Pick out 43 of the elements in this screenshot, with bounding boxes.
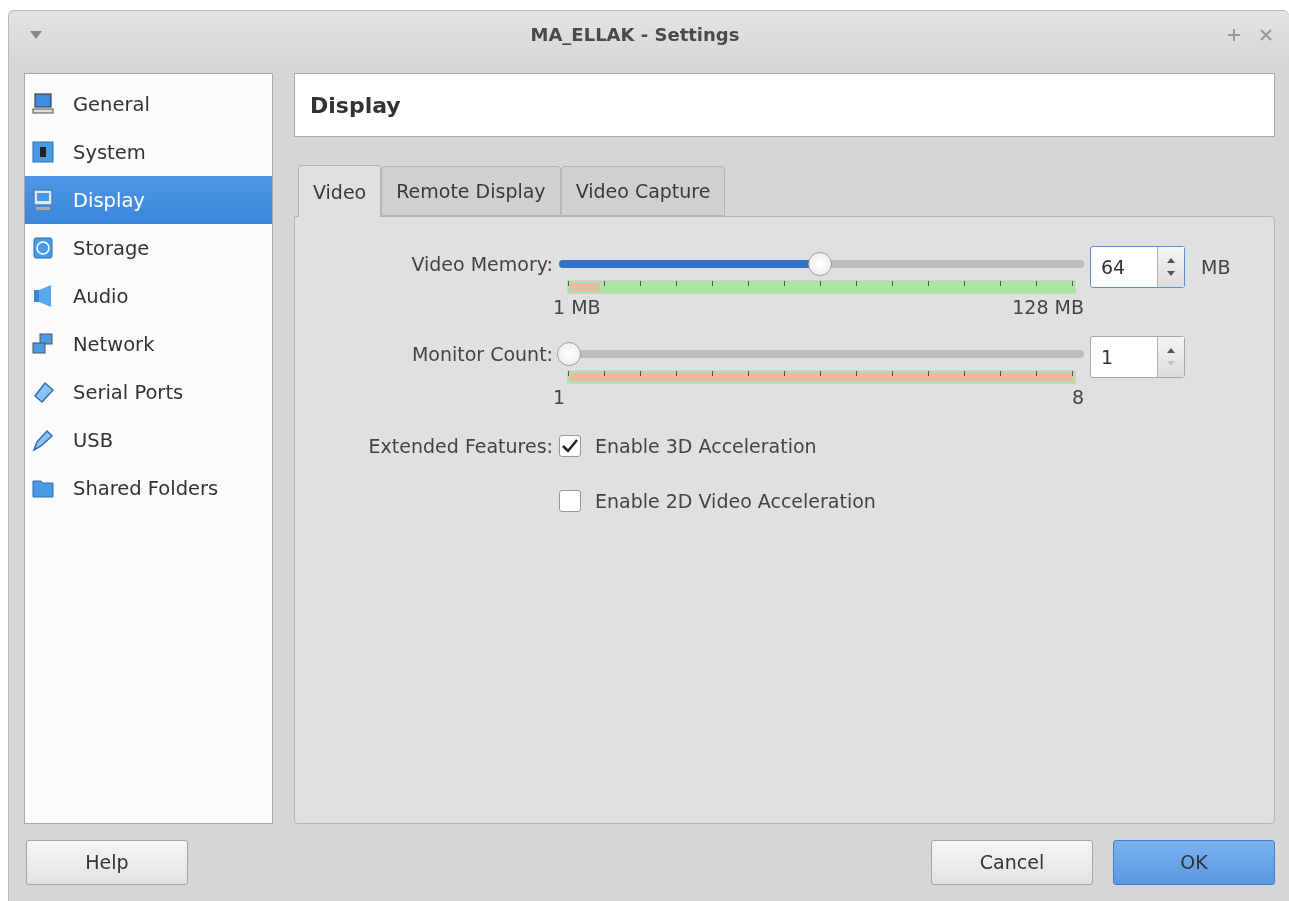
maximize-icon[interactable] [1227,27,1241,42]
dialog-button[interactable]: Help [26,839,188,885]
spin-box[interactable]: 1 [1090,336,1185,378]
sidebar-item[interactable]: USB [25,416,272,464]
sidebar-item[interactable]: Storage [25,224,272,272]
category-icon [31,188,55,212]
tab[interactable]: Video Capture [560,166,726,216]
tab[interactable]: Remote Display [381,166,561,216]
scale-min-label: 1 MB [553,296,601,320]
scale-min-label: 1 [553,386,566,410]
sidebar-item[interactable]: Serial Ports [25,368,272,416]
window-menu-icon[interactable] [29,29,43,40]
up-arrow-icon[interactable] [1167,348,1175,353]
category-icon [31,236,55,260]
spin-box[interactable]: 64 [1090,246,1185,288]
category-icon [31,380,55,404]
window-title: MA_ELLAK - Settings [529,24,741,45]
sidebar-item[interactable]: Shared Folders [25,464,272,512]
checkbox[interactable] [559,490,581,512]
category-icon [31,140,55,164]
category-icon [31,92,55,116]
close-icon[interactable] [1259,27,1273,42]
tab[interactable]: Video [298,165,382,217]
checkbox-option[interactable]: Enable 3D Acceleration [559,428,1274,464]
sidebar-item[interactable]: System [25,128,272,176]
scale-max-label: 8 [1071,386,1084,410]
category-icon [31,428,55,452]
checkbox[interactable] [559,435,581,457]
up-arrow-icon[interactable] [1167,258,1175,263]
sidebar-item[interactable]: General [25,80,272,128]
category-icon [31,332,55,356]
dialog-button[interactable]: OK [1113,839,1275,885]
sidebar-item[interactable]: Audio [25,272,272,320]
field-label: Monitor Count: [410,342,553,367]
sidebar-item[interactable]: Network [25,320,272,368]
down-arrow-icon[interactable] [1167,271,1175,276]
page-title: Display [310,92,401,118]
unit-label: MB [1201,255,1231,280]
field-label: Extended Features: [367,434,553,459]
scale-max-label: 128 MB [1012,296,1084,320]
field-label: Video Memory: [410,252,553,277]
dialog-button[interactable]: Cancel [931,839,1093,885]
checkbox-option[interactable]: Enable 2D Video Acceleration [559,483,1274,519]
